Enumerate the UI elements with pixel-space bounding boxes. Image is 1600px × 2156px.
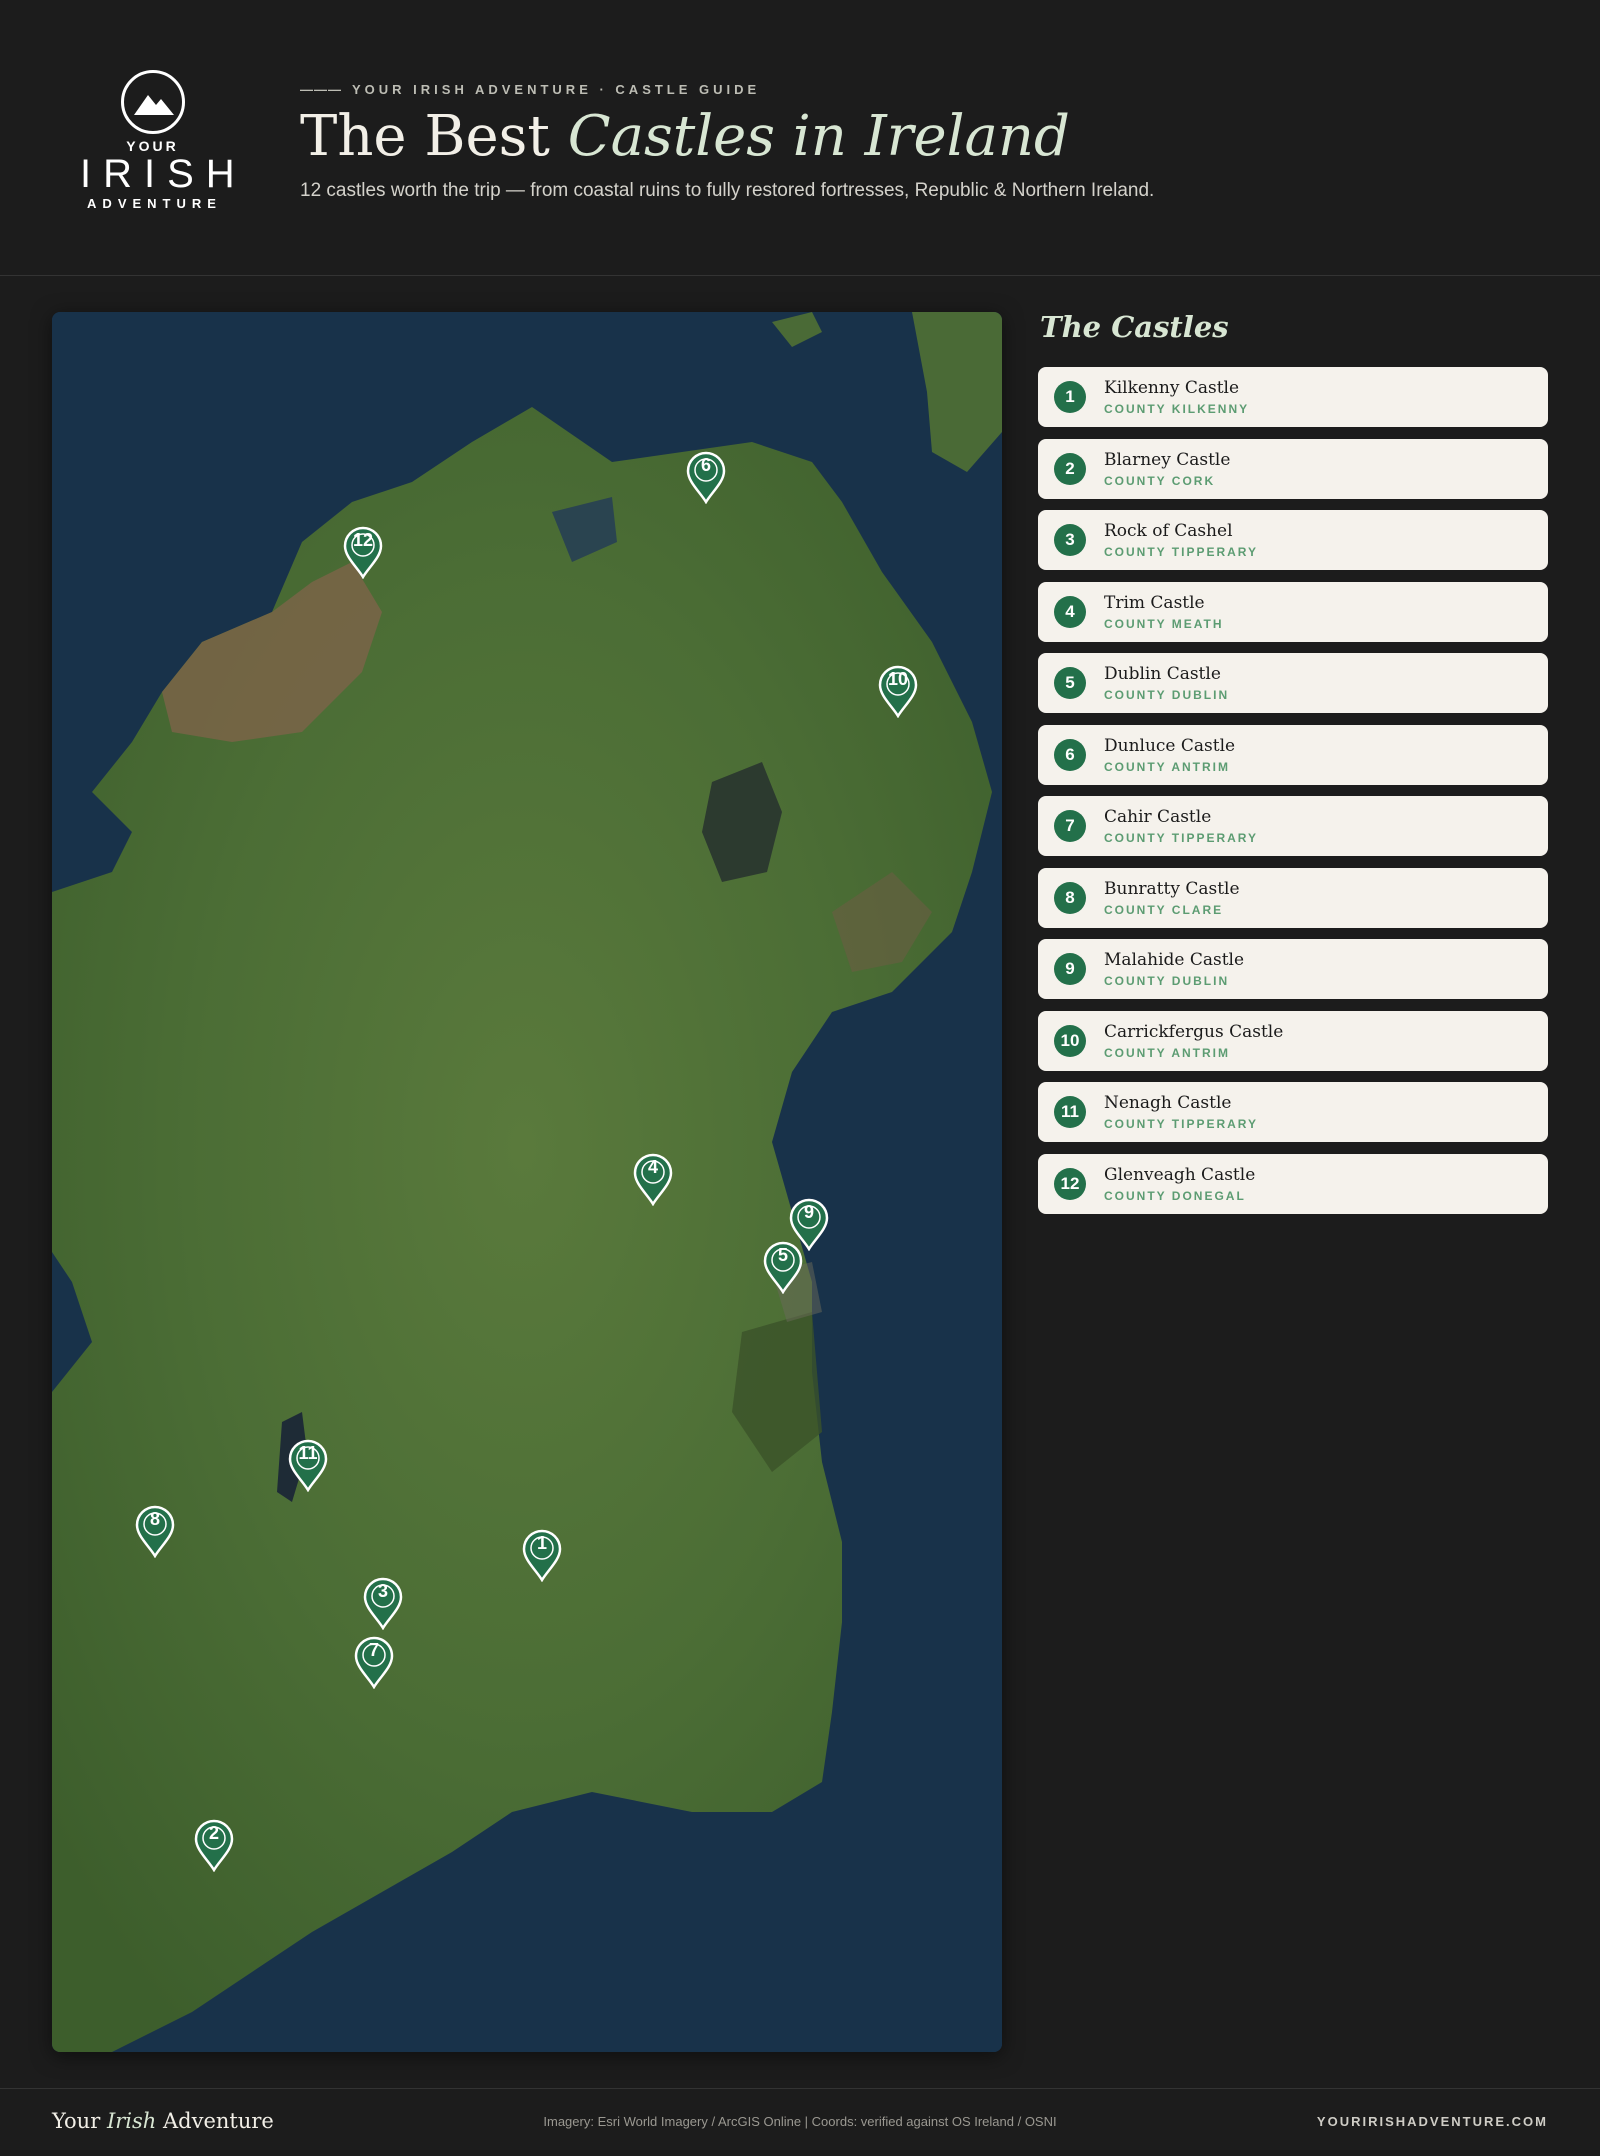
- castle-county: COUNTY MEATH: [1104, 616, 1224, 631]
- marker-number: 10: [887, 669, 909, 689]
- map-marker-6[interactable]: 6: [686, 450, 726, 504]
- castle-number-badge: 9: [1054, 953, 1086, 985]
- castle-number-badge: 7: [1054, 810, 1086, 842]
- castle-list-item[interactable]: 11 Nenagh Castle COUNTY TIPPERARY: [1038, 1082, 1548, 1142]
- castle-county: COUNTY DUBLIN: [1104, 688, 1230, 702]
- castle-county: COUNTY ANTRIM: [1104, 759, 1230, 774]
- castle-number-badge: 10: [1054, 1024, 1086, 1057]
- map-marker-9[interactable]: 9: [789, 1197, 829, 1251]
- brand-logo[interactable]: YOUR IRISH ADVENTURE: [70, 70, 235, 211]
- map-marker-4[interactable]: 4: [633, 1152, 673, 1206]
- castle-list-item[interactable]: 6 Dunluce Castle COUNTY ANTRIM: [1038, 724, 1548, 785]
- marker-number: 1: [536, 1533, 547, 1553]
- marker-number: 2: [208, 1823, 219, 1843]
- page-title: The Best Castles in Ireland: [300, 104, 1070, 169]
- marker-number: 6: [700, 455, 711, 475]
- castle-list-item[interactable]: 7 Cahir Castle COUNTY TIPPERARY: [1038, 796, 1548, 856]
- castle-name: Carrickfergus Castle: [1104, 1021, 1284, 1042]
- page-footer: Your Irish Adventure Imagery: Esri World…: [0, 2088, 1600, 2156]
- castle-list-item[interactable]: 9 Malahide Castle COUNTY DUBLIN: [1038, 939, 1548, 999]
- castle-county: COUNTY TIPPERARY: [1104, 1117, 1259, 1131]
- castle-county: COUNTY TIPPERARY: [1104, 545, 1259, 559]
- castle-number-badge: 11: [1054, 1096, 1086, 1128]
- logo-main-text: IRISH: [80, 152, 247, 196]
- castle-name: Blarney Castle: [1104, 449, 1231, 470]
- castle-county: COUNTY KILKENNY: [1104, 402, 1250, 416]
- marker-number: 8: [149, 1509, 160, 1529]
- castle-name: Rock of Cashel: [1104, 521, 1233, 541]
- marker-number: 4: [647, 1157, 658, 1177]
- castle-county: COUNTY ANTRIM: [1104, 1045, 1230, 1060]
- marker-number: 9: [803, 1202, 814, 1222]
- castle-county: COUNTY DUBLIN: [1104, 974, 1230, 988]
- castle-list-item[interactable]: 2 Blarney Castle COUNTY CORK: [1038, 438, 1548, 499]
- castle-number-badge: 5: [1054, 667, 1086, 699]
- map-marker-8[interactable]: 8: [135, 1504, 175, 1558]
- castle-county: COUNTY TIPPERARY: [1104, 831, 1259, 845]
- castle-number-badge: 8: [1054, 881, 1086, 914]
- map-marker-12[interactable]: 12: [343, 525, 383, 579]
- castle-number-badge: 6: [1054, 738, 1086, 771]
- castle-number-badge: 1: [1054, 381, 1086, 413]
- castle-number-badge: 2: [1054, 452, 1086, 485]
- site-url-link[interactable]: YOURIRISHADVENTURE.COM: [1317, 2114, 1548, 2129]
- castle-name: Dublin Castle: [1104, 664, 1221, 684]
- castle-list-item[interactable]: 3 Rock of Cashel COUNTY TIPPERARY: [1038, 510, 1548, 570]
- map-marker-11[interactable]: 11: [288, 1438, 328, 1492]
- map-marker-1[interactable]: 1: [522, 1528, 562, 1582]
- title-plain: The Best: [300, 104, 550, 169]
- castle-name: Glenveagh Castle: [1104, 1164, 1256, 1185]
- castle-list-item[interactable]: 10 Carrickfergus Castle COUNTY ANTRIM: [1038, 1010, 1548, 1071]
- castle-county: COUNTY CLARE: [1104, 902, 1224, 917]
- logo-bottom-text: ADVENTURE: [87, 196, 222, 211]
- castle-name: Trim Castle: [1104, 592, 1205, 613]
- castle-name: Bunratty Castle: [1104, 878, 1240, 899]
- marker-number: 7: [368, 1640, 379, 1660]
- castle-name: Kilkenny Castle: [1104, 378, 1240, 398]
- marker-number: 12: [352, 530, 374, 550]
- castle-number-badge: 3: [1054, 524, 1086, 556]
- castle-list-heading: The Castles: [1040, 310, 1229, 344]
- castle-number-badge: 12: [1054, 1167, 1086, 1200]
- map-marker-10[interactable]: 10: [878, 664, 918, 718]
- page-header: YOUR IRISH ADVENTURE ——— YOUR IRISH ADVEN…: [0, 0, 1600, 276]
- castle-county: COUNTY CORK: [1104, 473, 1216, 488]
- castle-list-item[interactable]: 5 Dublin Castle COUNTY DUBLIN: [1038, 653, 1548, 713]
- map-marker-3[interactable]: 3: [363, 1576, 403, 1630]
- eyebrow-dash: ———: [300, 82, 342, 97]
- castle-list-item[interactable]: 1 Kilkenny Castle COUNTY KILKENNY: [1038, 367, 1548, 427]
- marker-number: 11: [298, 1443, 318, 1463]
- map-marker-2[interactable]: 2: [194, 1818, 234, 1872]
- map-marker-7[interactable]: 7: [354, 1635, 394, 1689]
- marker-number: 3: [377, 1581, 388, 1601]
- castle-map[interactable]: 1 2 3 4 5 6 7 8 9 10 11 12: [52, 312, 1002, 2052]
- castle-county: COUNTY DONEGAL: [1104, 1188, 1246, 1203]
- eyebrow: ——— YOUR IRISH ADVENTURE · CASTLE GUIDE: [300, 82, 760, 97]
- castle-list-item[interactable]: 8 Bunratty Castle COUNTY CLARE: [1038, 867, 1548, 928]
- castle-name: Nenagh Castle: [1104, 1093, 1232, 1113]
- page-subtitle: 12 castles worth the trip — from coastal…: [300, 180, 1155, 201]
- castle-name: Cahir Castle: [1104, 807, 1212, 827]
- map-basemap: [52, 312, 1002, 2052]
- mountain-icon: [120, 70, 185, 134]
- castle-name: Malahide Castle: [1104, 950, 1245, 970]
- eyebrow-text: YOUR IRISH ADVENTURE · CASTLE GUIDE: [352, 82, 761, 97]
- title-italic: Castles in Ireland: [567, 104, 1070, 169]
- castle-name: Dunluce Castle: [1104, 735, 1236, 756]
- castle-list-item[interactable]: 12 Glenveagh Castle COUNTY DONEGAL: [1038, 1153, 1548, 1214]
- castle-list-item[interactable]: 4 Trim Castle COUNTY MEATH: [1038, 581, 1548, 642]
- castle-number-badge: 4: [1054, 595, 1086, 628]
- castle-list: 1 Kilkenny Castle COUNTY KILKENNY 2 Blar…: [1038, 367, 1548, 1225]
